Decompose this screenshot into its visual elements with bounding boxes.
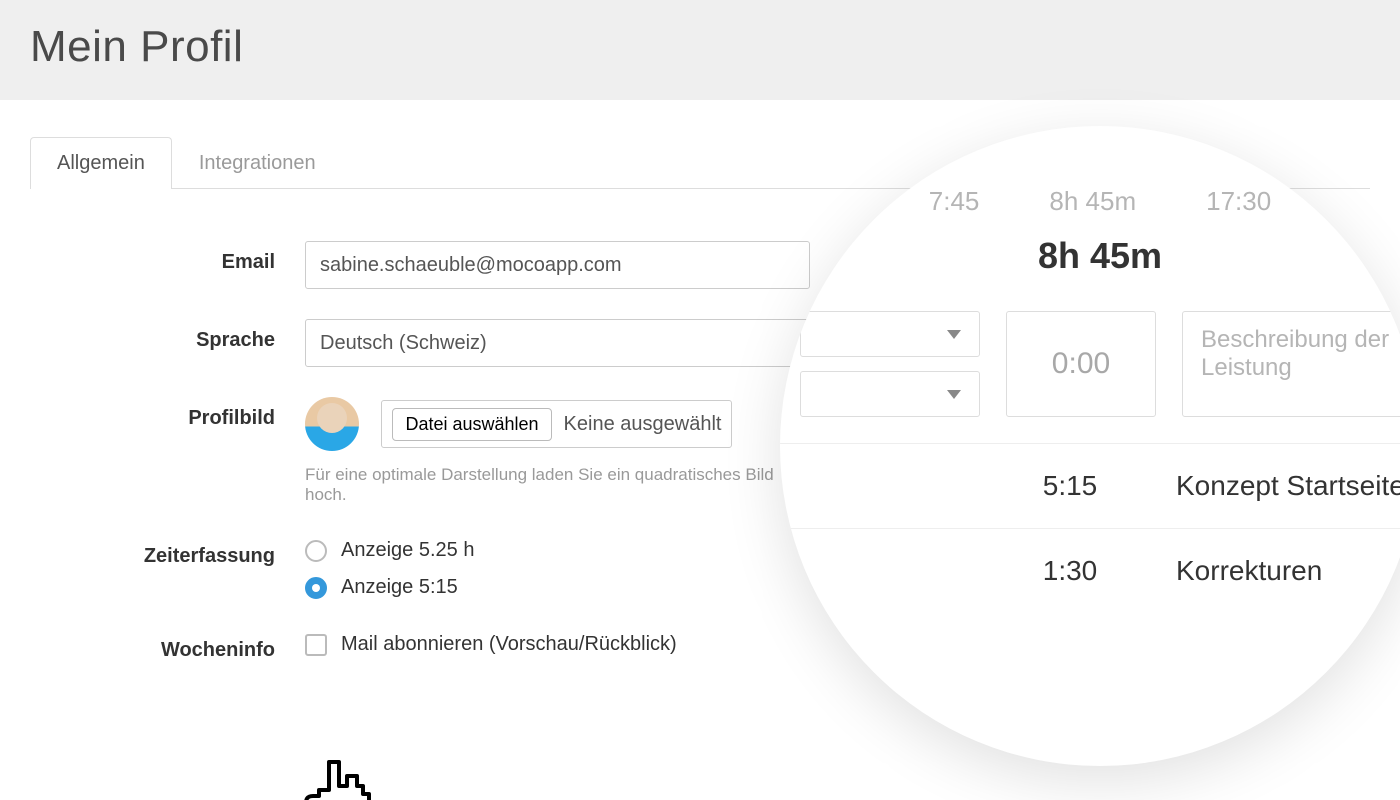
email-input[interactable] xyxy=(305,241,810,289)
preview-start-time: 7:45 xyxy=(929,186,980,217)
preview-entries: 5:15 Konzept Startseite 1:30 Korrekturen xyxy=(780,443,1400,613)
radio-label: Anzeige 5:15 xyxy=(341,576,458,599)
row-language: Sprache Deutsch (Schweiz) xyxy=(30,319,810,367)
preview-total-duration: 8h 45m xyxy=(780,235,1400,277)
time-tracking-label: Zeiterfassung xyxy=(30,535,305,568)
radio-icon xyxy=(305,540,327,562)
weekinfo-checkbox-item[interactable]: Mail abonnieren (Vorschau/Rückblick) xyxy=(305,629,810,656)
time-option-decimal[interactable]: Anzeige 5.25 h xyxy=(305,539,810,562)
language-label: Sprache xyxy=(30,319,305,352)
profile-form: Email Sprache Deutsch (Schweiz) Profilbi… xyxy=(30,241,810,662)
file-status: Keine ausgewählt xyxy=(564,413,722,436)
entry-time: 5:15 xyxy=(990,470,1150,502)
row-email: Email xyxy=(30,241,810,289)
preview-time-input[interactable]: 0:00 xyxy=(1006,311,1156,417)
file-choose-button[interactable]: Datei auswählen xyxy=(392,408,551,441)
preview-end-time: 17:30 xyxy=(1206,186,1271,217)
radio-icon xyxy=(305,577,327,599)
chevron-down-icon xyxy=(947,330,961,339)
page-header: Mein Profil xyxy=(0,0,1400,100)
preview-task-select[interactable] xyxy=(800,371,980,417)
preview-new-entry: 0:00 Beschreibung der Leistung xyxy=(780,311,1400,417)
chevron-down-icon xyxy=(947,390,961,399)
avatar-label: Profilbild xyxy=(30,397,305,430)
entry-desc: Konzept Startseite xyxy=(1150,470,1400,502)
language-select[interactable]: Deutsch (Schweiz) xyxy=(305,319,810,367)
preview-entry: 1:30 Korrekturen xyxy=(780,528,1400,613)
file-picker[interactable]: Datei auswählen Keine ausgewählt xyxy=(381,400,732,448)
row-time-tracking: Zeiterfassung Anzeige 5.25 h Anzeige 5:1… xyxy=(30,535,810,599)
time-option-hhmm[interactable]: Anzeige 5:15 xyxy=(305,576,810,599)
preview-project-select[interactable] xyxy=(800,311,980,357)
preview-magnifier: 7:45 8h 45m 17:30 8h 45m 0:00 Beschreibu… xyxy=(780,126,1400,766)
cursor-hand-icon xyxy=(302,752,372,800)
checkbox-icon xyxy=(305,634,327,656)
preview-duration-muted: 8h 45m xyxy=(1049,186,1136,217)
email-label: Email xyxy=(30,241,305,274)
tab-integrations[interactable]: Integrationen xyxy=(172,137,343,189)
row-weekinfo: Wocheninfo Mail abonnieren (Vorschau/Rüc… xyxy=(30,629,810,662)
avatar-image xyxy=(305,397,359,451)
weekinfo-label: Wocheninfo xyxy=(30,629,305,662)
radio-label: Anzeige 5.25 h xyxy=(341,539,474,562)
avatar-hint: Für eine optimale Darstellung laden Sie … xyxy=(305,465,810,505)
preview-header-times: 7:45 8h 45m 17:30 xyxy=(780,186,1400,217)
row-avatar: Profilbild Datei auswählen Keine ausgewä… xyxy=(30,397,810,505)
main-content: Allgemein Integrationen Email Sprache De… xyxy=(0,136,1400,662)
checkbox-label: Mail abonnieren (Vorschau/Rückblick) xyxy=(341,633,677,656)
preview-entry: 5:15 Konzept Startseite xyxy=(780,443,1400,528)
language-value: Deutsch (Schweiz) xyxy=(320,332,487,355)
entry-time: 1:30 xyxy=(990,555,1150,587)
page-title: Mein Profil xyxy=(30,22,1370,72)
entry-desc: Korrekturen xyxy=(1150,555,1400,587)
preview-description-input[interactable]: Beschreibung der Leistung xyxy=(1182,311,1400,417)
tab-general[interactable]: Allgemein xyxy=(30,137,172,189)
